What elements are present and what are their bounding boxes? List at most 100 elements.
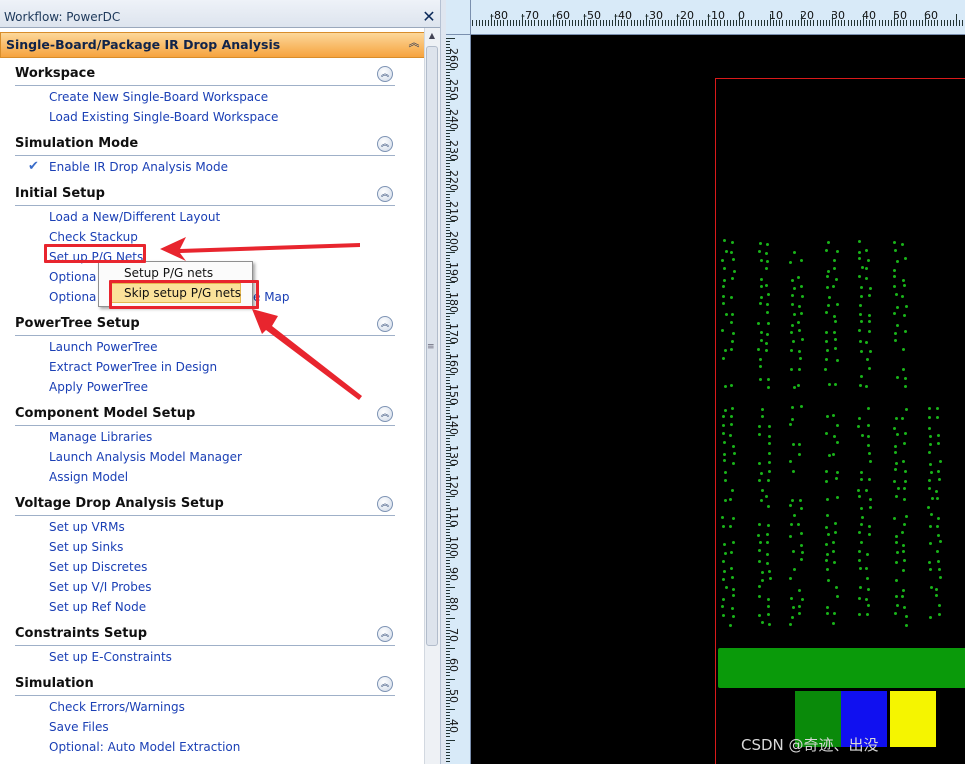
section-constraints-setup[interactable]: Constraints Setup ︽	[15, 623, 395, 646]
link-load-layout[interactable]: Load a New/Different Layout	[49, 210, 220, 224]
section-collapse-icon[interactable]: ︽	[377, 676, 393, 692]
link-setup-ref-node[interactable]: Set up Ref Node	[49, 600, 146, 614]
via-pad	[827, 383, 831, 387]
ruler-tick	[918, 20, 920, 26]
ruler-tick	[915, 20, 917, 26]
via-pad	[833, 522, 837, 526]
ruler-tick	[484, 20, 486, 26]
ruler-tick	[446, 199, 450, 201]
collapse-all-icon[interactable]: ︽	[407, 36, 421, 50]
link-save-files[interactable]: Save Files	[49, 720, 109, 734]
link-extract-powertree[interactable]: Extract PowerTree in Design	[49, 360, 217, 374]
link-setup-discretes[interactable]: Set up Discretes	[49, 560, 147, 574]
via-pad	[797, 442, 801, 446]
ruler-tick	[828, 20, 830, 26]
via-pad	[903, 441, 907, 445]
ruler-tick	[446, 452, 450, 454]
ruler-tick	[446, 626, 450, 628]
ruler-tick	[446, 690, 450, 692]
section-collapse-icon[interactable]: ︽	[377, 66, 393, 82]
via-pad	[827, 578, 831, 582]
ruler-tick	[446, 230, 450, 232]
ruler-tick	[822, 20, 824, 26]
section-simulation-mode[interactable]: Simulation Mode ︽	[15, 133, 395, 156]
section-collapse-icon[interactable]: ︽	[377, 316, 393, 332]
section-collapse-icon[interactable]: ︽	[377, 626, 393, 642]
scroll-up-icon[interactable]: ▲	[424, 28, 440, 44]
via-pad	[903, 479, 907, 483]
ruler-tick	[446, 117, 450, 119]
section-powertree-setup[interactable]: PowerTree Setup ︽	[15, 313, 395, 336]
ruler-tick	[518, 20, 520, 26]
ruler-tick	[446, 309, 450, 311]
section-simulation[interactable]: Simulation ︽	[15, 673, 395, 696]
link-enable-ir-drop[interactable]: Enable IR Drop Analysis Mode	[49, 160, 228, 174]
ruler-tick	[446, 86, 450, 88]
ruler-tick	[446, 507, 450, 509]
link-launch-model-manager[interactable]: Launch Analysis Model Manager	[49, 450, 242, 464]
section-title: Voltage Drop Analysis Setup	[15, 496, 224, 511]
link-setup-vi-probes[interactable]: Set up V/I Probes	[49, 580, 151, 594]
ruler-tick	[872, 20, 874, 26]
menu-item-setup-pg-nets[interactable]: Setup P/G nets	[124, 266, 213, 280]
ruler-tick	[528, 20, 530, 26]
ruler-tick	[887, 20, 889, 26]
section-collapse-icon[interactable]: ︽	[377, 496, 393, 512]
link-launch-powertree[interactable]: Launch PowerTree	[49, 340, 158, 354]
via-pad	[767, 461, 771, 465]
section-voltage-drop-setup[interactable]: Voltage Drop Analysis Setup ︽	[15, 493, 395, 516]
ruler-tick	[446, 138, 450, 140]
via-pad	[865, 613, 869, 617]
section-collapse-icon[interactable]: ︽	[377, 406, 393, 422]
via-pad	[799, 543, 803, 547]
section-workspace[interactable]: Workspace ︽	[15, 63, 395, 86]
link-optional-1[interactable]: Optiona	[49, 270, 96, 284]
via-pad	[765, 266, 769, 270]
ruler-tick	[748, 20, 750, 26]
link-manage-libraries[interactable]: Manage Libraries	[49, 430, 152, 444]
ruler-tick	[446, 153, 450, 155]
close-icon[interactable]: ✕	[421, 9, 437, 25]
ruler-tick	[446, 135, 450, 137]
ruler-tick	[446, 260, 450, 262]
link-auto-model-extraction[interactable]: Optional: Auto Model Extraction	[49, 740, 240, 754]
section-component-model-setup[interactable]: Component Model Setup ︽	[15, 403, 395, 426]
link-optional-2[interactable]: Optiona	[49, 290, 96, 304]
ruler-tick	[446, 577, 450, 579]
via-pad	[721, 597, 725, 601]
layout-canvas[interactable]	[471, 35, 965, 764]
workflow-header[interactable]: Single-Board/Package IR Drop Analysis ︽	[0, 32, 426, 58]
link-setup-vrms[interactable]: Set up VRMs	[49, 520, 125, 534]
via-pad	[730, 606, 734, 610]
section-collapse-icon[interactable]: ︽	[377, 136, 393, 152]
via-pad	[760, 414, 764, 418]
ruler-tick	[446, 641, 450, 643]
ruler-tick	[695, 20, 697, 26]
via-pad	[904, 304, 908, 308]
ruler-tick	[446, 178, 450, 180]
via-pad	[893, 248, 897, 252]
section-collapse-icon[interactable]: ︽	[377, 186, 393, 202]
ruler-top-label: -50	[583, 9, 601, 22]
link-create-workspace[interactable]: Create New Single-Board Workspace	[49, 90, 268, 104]
ruler-tick	[816, 20, 818, 26]
ruler-tick	[446, 516, 450, 518]
link-setup-e-constraints[interactable]: Set up E-Constraints	[49, 650, 172, 664]
link-apply-powertree[interactable]: Apply PowerTree	[49, 380, 148, 394]
via-pad	[790, 302, 794, 306]
link-load-workspace[interactable]: Load Existing Single-Board Workspace	[49, 110, 278, 124]
ruler-tick	[446, 510, 450, 512]
ruler-tick	[446, 217, 450, 219]
ruler-tick	[446, 571, 450, 573]
ruler-top-label: -20	[676, 9, 694, 22]
link-assign-model[interactable]: Assign Model	[49, 470, 128, 484]
ruler-tick	[757, 20, 759, 26]
link-check-stackup[interactable]: Check Stackup	[49, 230, 138, 244]
ruler-tick	[446, 471, 450, 473]
ruler-tick	[890, 20, 892, 26]
ruler-tick	[446, 202, 450, 204]
link-setup-sinks[interactable]: Set up Sinks	[49, 540, 123, 554]
link-check-errors[interactable]: Check Errors/Warnings	[49, 700, 185, 714]
via-pad	[859, 471, 863, 475]
section-initial-setup[interactable]: Initial Setup ︽	[15, 183, 395, 206]
